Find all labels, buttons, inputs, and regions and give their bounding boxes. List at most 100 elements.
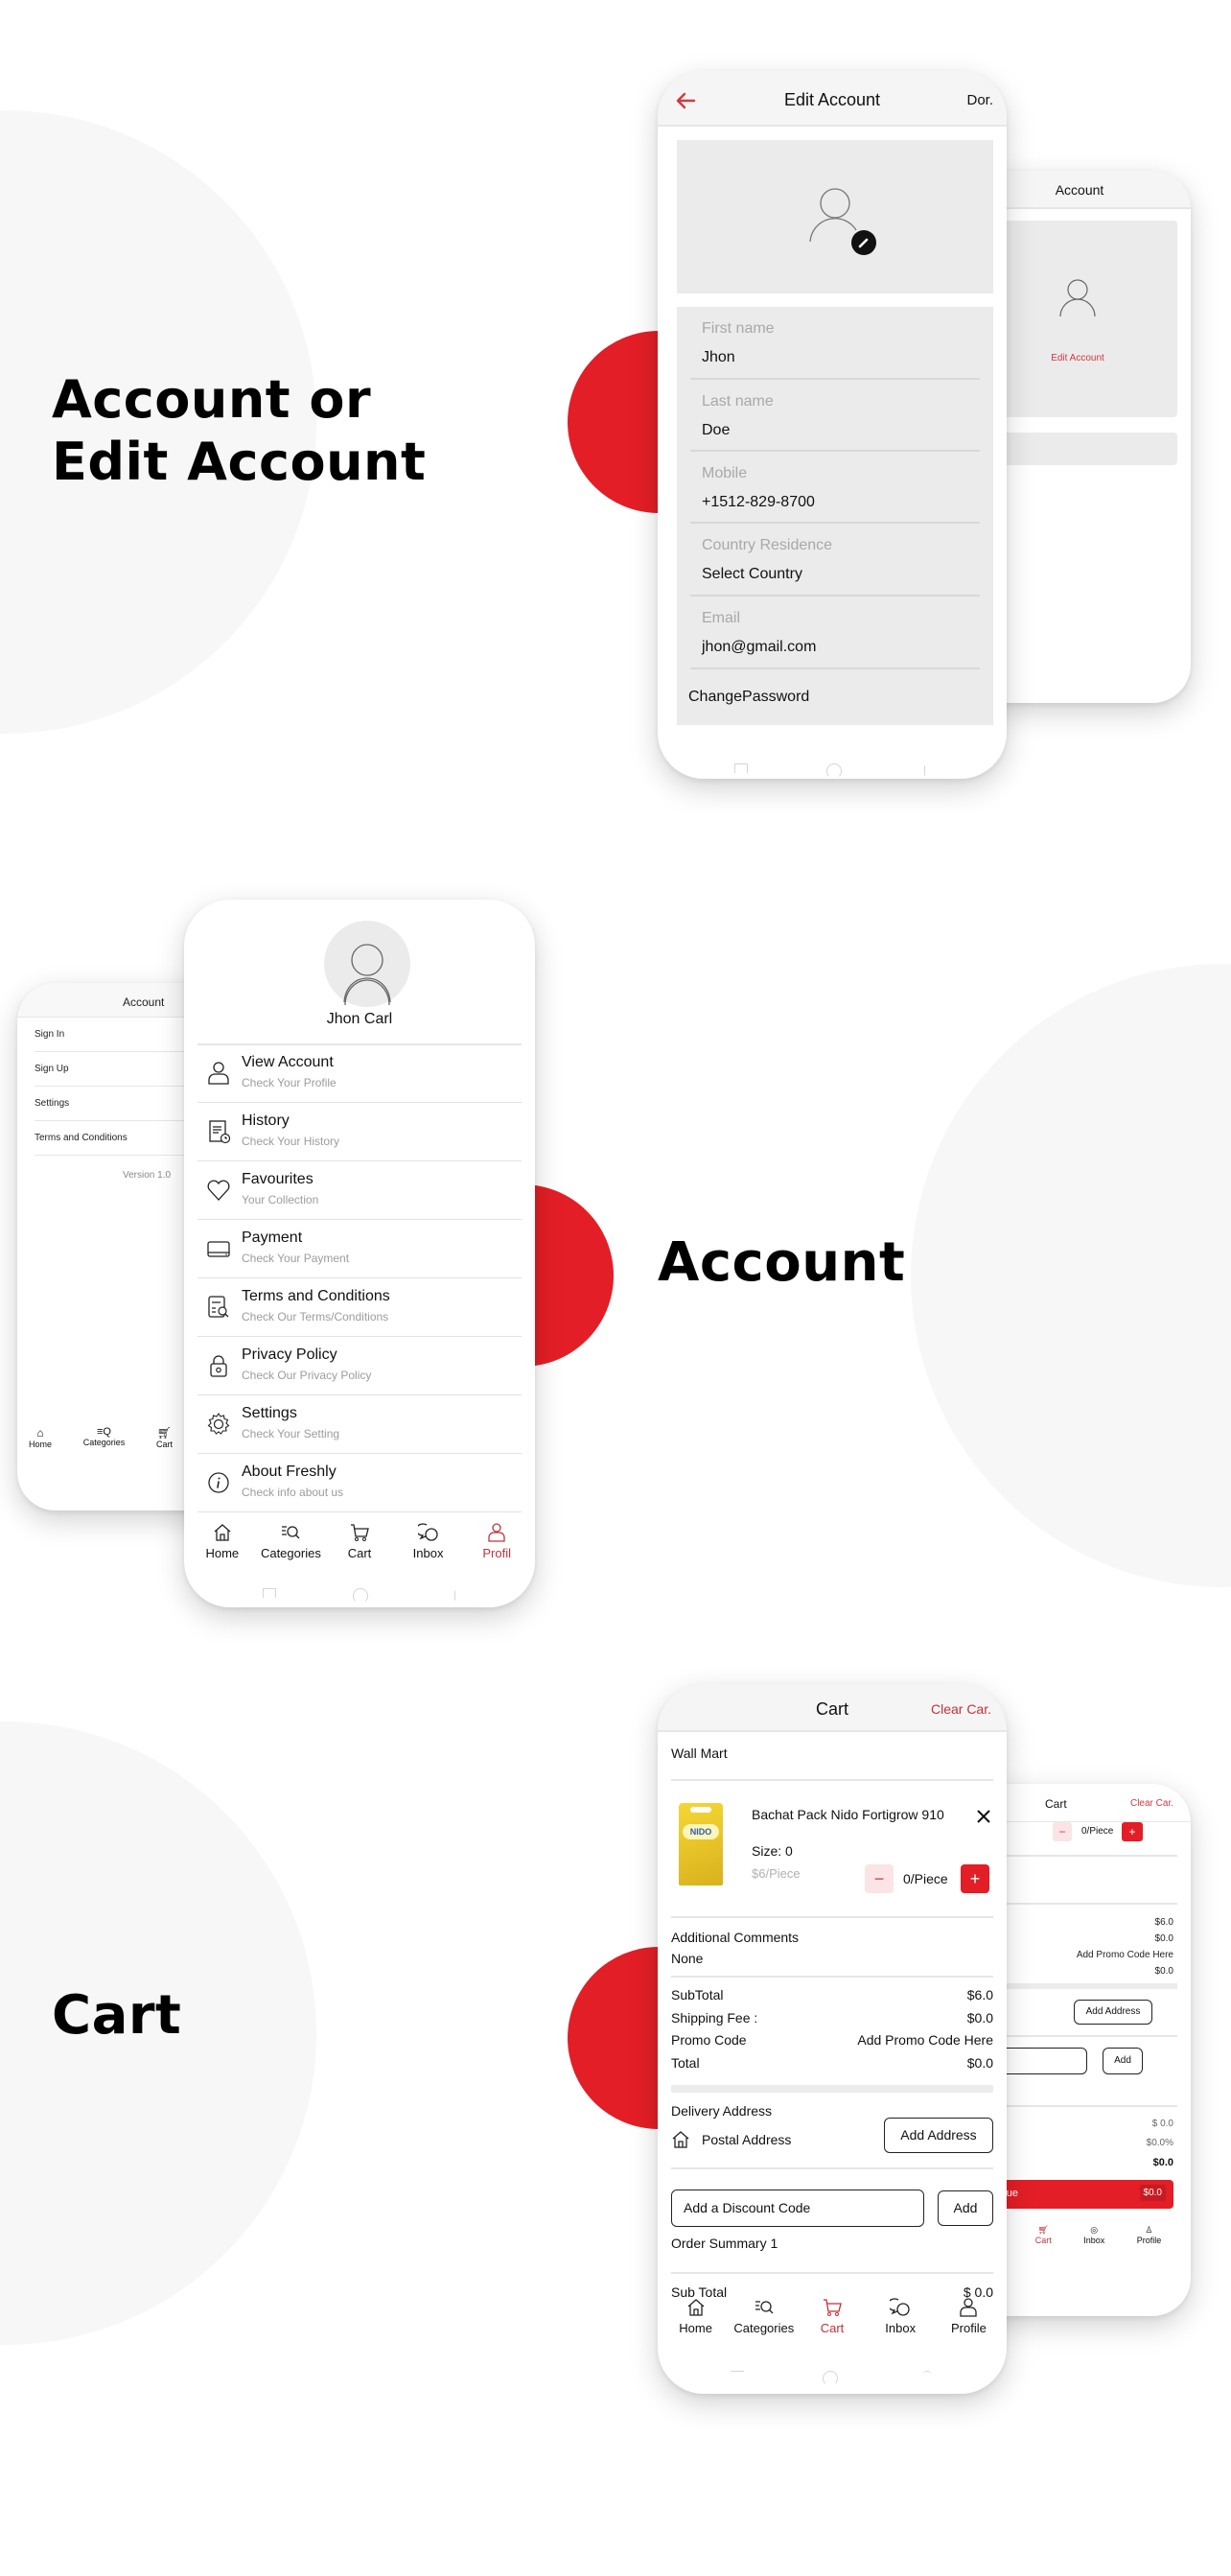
product-logo: NIDO	[683, 1824, 719, 1839]
menu-label: Terms and Conditions	[35, 1133, 128, 1143]
back-button[interactable]	[454, 1585, 464, 1601]
pencil-icon[interactable]	[851, 230, 876, 255]
avatar[interactable]	[324, 921, 410, 1007]
menu-item-about[interactable]: About Freshly Check info about us	[197, 1454, 522, 1512]
inbox-icon	[890, 2298, 910, 2316]
done-button[interactable]: Dor.	[966, 92, 993, 108]
tab-home[interactable]: ⌂ Home	[29, 1426, 52, 1449]
user-icon	[343, 944, 391, 1006]
cart-item: NIDO Bachat Pack Nido Fortigrow 910 Size…	[658, 1780, 1007, 1916]
tab-cart[interactable]: Cart	[798, 2298, 866, 2335]
tab-profile[interactable]: ♙ Profile	[1137, 2225, 1162, 2245]
info-icon	[208, 1472, 229, 1493]
history-icon	[209, 1120, 231, 1144]
comments-value[interactable]: None	[671, 1951, 703, 1966]
tab-cart[interactable]: 🛒︎ Cart	[156, 1426, 173, 1449]
menu-item-history[interactable]: History Check Your History	[197, 1103, 522, 1161]
add-promo-code-link[interactable]: Add Promo Code Here	[857, 2032, 993, 2048]
menu-item-favourites[interactable]: Favourites Your Collection	[197, 1161, 522, 1220]
field-first-name[interactable]: First name Jhon	[690, 307, 980, 380]
summary-value[interactable]: Add Promo Code Here	[1077, 1947, 1173, 1963]
tab-label: Home	[29, 1440, 53, 1449]
summary-shipping: Shipping Fee : $0.0	[671, 2010, 993, 2026]
menu-item-privacy[interactable]: Privacy Policy Check Our Privacy Policy	[197, 1337, 522, 1395]
discount-code-input[interactable]: Add a Discount Code	[671, 2190, 924, 2227]
tab-inbox[interactable]: ◎ Inbox	[1083, 2225, 1104, 2245]
menu-title: History	[242, 1112, 290, 1129]
decrease-quantity-button[interactable]: −	[865, 1864, 894, 1893]
menu-item-settings[interactable]: Settings Check Your Setting	[197, 1395, 522, 1454]
tab-inbox[interactable]: Inbox	[394, 1523, 463, 1560]
divider	[671, 1976, 993, 1978]
menu-item-payment[interactable]: Payment Check Your Payment	[197, 1220, 522, 1278]
divider	[671, 2272, 993, 2274]
tab-inbox[interactable]: Inbox	[867, 2298, 935, 2335]
field-country[interactable]: Country Residence Select Country	[690, 524, 980, 597]
profile-icon: ♙	[1145, 2225, 1153, 2235]
edit-form: First name Jhon Last name Doe Mobile +15…	[677, 307, 993, 725]
summary-values: $6.0 $0.0 Add Promo Code Here $0.0	[1077, 1914, 1173, 1979]
tab-cart[interactable]: Cart	[325, 1523, 394, 1560]
tab-home[interactable]: Home	[188, 1523, 257, 1560]
tab-label: Categories	[260, 1546, 321, 1560]
field-mobile[interactable]: Mobile +1512-829-8700	[690, 452, 980, 524]
add-discount-button[interactable]: Add	[938, 2190, 993, 2226]
plus-button[interactable]: +	[1122, 1822, 1143, 1841]
summary-value: $0.0	[966, 2010, 993, 2026]
avatar-panel[interactable]	[677, 140, 993, 293]
menu-item-view-account[interactable]: View Account Check Your Profile	[197, 1044, 522, 1103]
home-button[interactable]	[826, 763, 842, 779]
menu-title: About Freshly	[242, 1464, 337, 1480]
clear-cart-button[interactable]: Clear Car.	[931, 1701, 991, 1717]
tab-home[interactable]: Home	[662, 2298, 730, 2335]
recent-apps-button[interactable]	[731, 2371, 744, 2373]
field-label: Country Residence	[702, 537, 833, 553]
menu-subtitle: Check Your History	[242, 1135, 340, 1148]
menu-title: Settings	[242, 1405, 297, 1421]
field-label: First name	[702, 320, 775, 337]
product-price: $6/Piece	[752, 1866, 801, 1881]
change-password-link[interactable]: ChangePassword	[688, 689, 809, 706]
summary-value: $0.0	[1154, 1933, 1173, 1944]
back-button[interactable]	[922, 2371, 932, 2380]
tab-profile[interactable]: Profil	[462, 1523, 531, 1560]
edit-account-link[interactable]: Edit Account	[978, 353, 1177, 363]
quantity-label: 0/Piece	[1081, 1826, 1114, 1837]
add-address-button[interactable]: Add Address	[1074, 2000, 1152, 2025]
recent-apps-button[interactable]	[263, 1588, 276, 1598]
recent-apps-button[interactable]	[734, 763, 748, 773]
tab-label: Categories	[733, 2321, 795, 2335]
increase-quantity-button[interactable]: +	[961, 1864, 989, 1893]
menu-title: Favourites	[242, 1171, 314, 1187]
add-discount-button[interactable]: Add	[1103, 2048, 1143, 2074]
tab-cart[interactable]: 🛒︎ Cart	[1035, 2225, 1052, 2245]
cart-icon	[824, 2299, 842, 2316]
field-last-name[interactable]: Last name Doe	[690, 380, 980, 452]
tab-profile[interactable]: Profile	[935, 2298, 1003, 2335]
product-image[interactable]: NIDO	[679, 1803, 723, 1885]
field-label: Mobile	[702, 465, 748, 481]
menu-title: Privacy Policy	[242, 1347, 337, 1363]
tab-categories[interactable]: Categories	[257, 1523, 326, 1560]
field-email[interactable]: Email jhon@gmail.com	[690, 597, 980, 669]
bottom-tabbar: ⌂ Home ≡Q Categories 🛒︎ Cart	[29, 1426, 173, 1449]
bottom-tabbar: Home Categories Cart Inbox Profil	[184, 1523, 535, 1560]
categories-icon: ≡Q	[97, 1426, 111, 1438]
add-address-button[interactable]: Add Address	[884, 2118, 993, 2153]
profile-icon	[488, 1523, 505, 1542]
discount-placeholder: Add a Discount Code	[684, 2200, 811, 2215]
delivery-label: Delivery Address	[671, 2103, 773, 2119]
remove-item-icon[interactable]	[976, 1809, 991, 1824]
tab-categories[interactable]: Categories	[730, 2298, 798, 2335]
menu-item-terms[interactable]: Terms and Conditions Check Our Terms/Con…	[197, 1278, 522, 1337]
back-button[interactable]	[924, 761, 934, 776]
clear-cart-button[interactable]: Clear Car.	[1130, 1798, 1173, 1809]
minus-button[interactable]: −	[1053, 1822, 1072, 1841]
tab-categories[interactable]: ≡Q Categories	[83, 1426, 126, 1449]
quantity-value: 0/Piece	[903, 1871, 948, 1886]
screen-title: Cart	[1045, 1797, 1067, 1811]
summary-value: $6.0	[966, 1987, 993, 2002]
home-button[interactable]	[353, 1588, 368, 1604]
home-button[interactable]	[823, 2371, 838, 2386]
user-icon	[208, 1062, 229, 1085]
